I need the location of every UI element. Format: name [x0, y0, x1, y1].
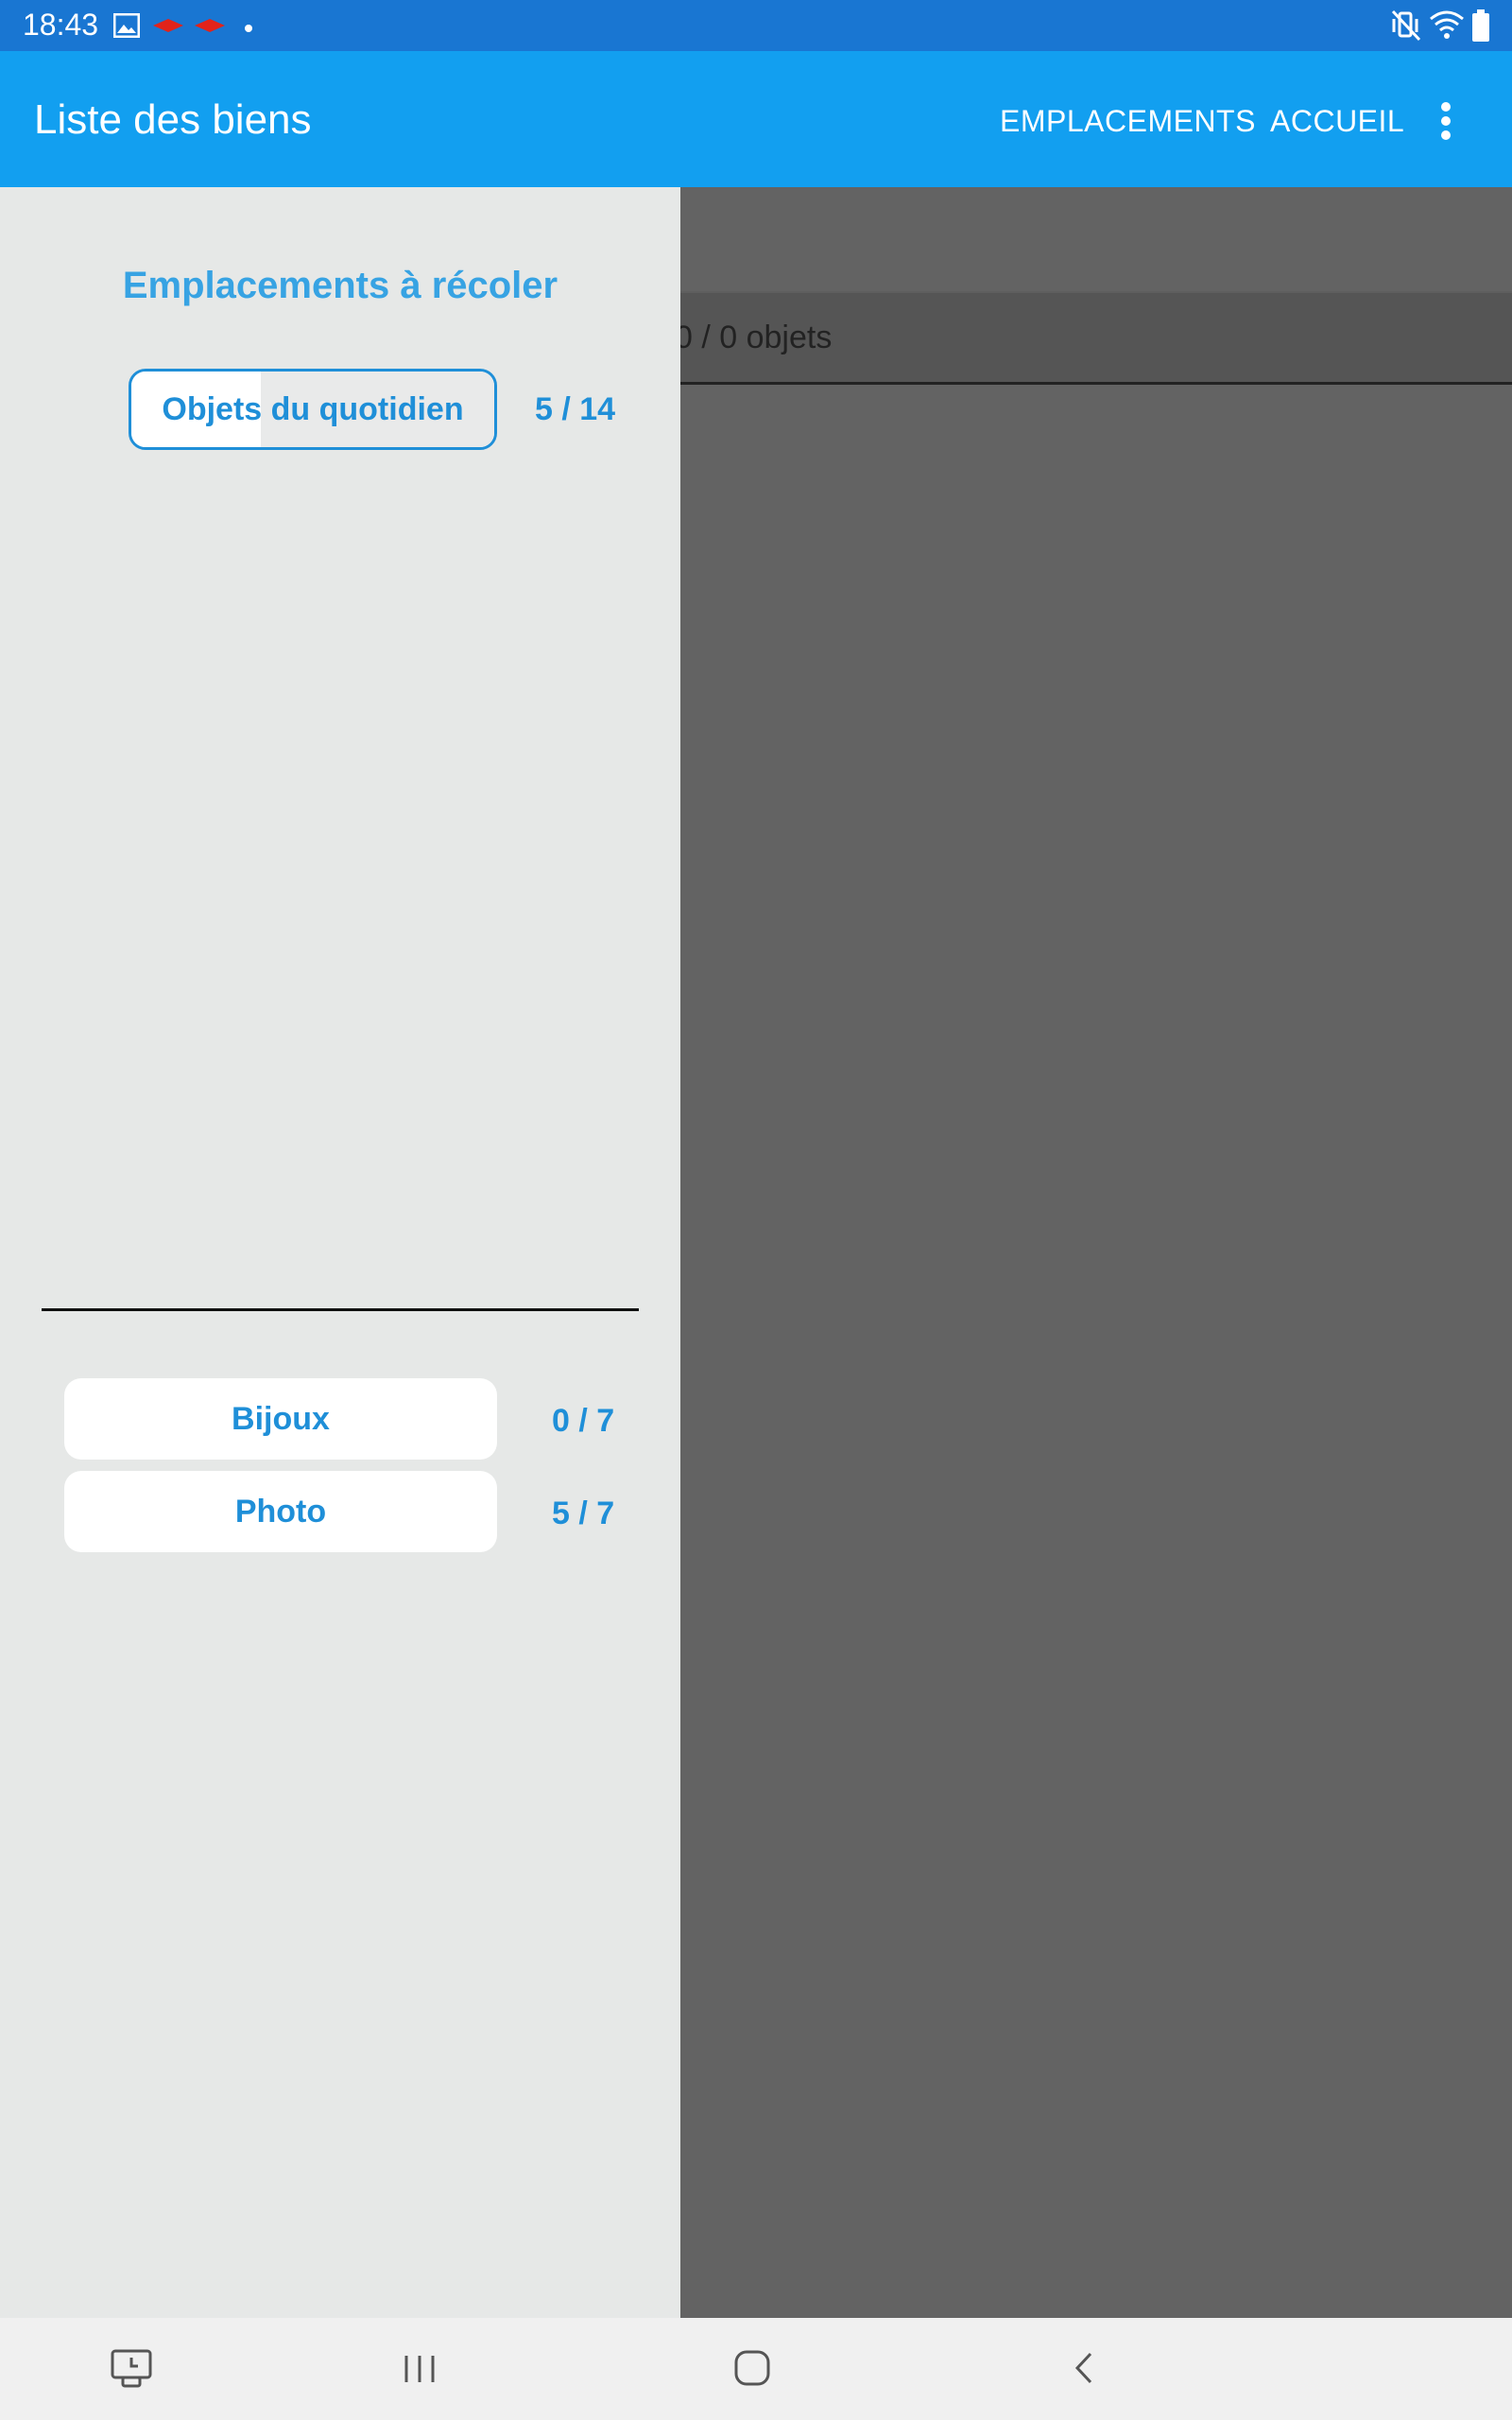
locations-drawer: Emplacements à récoler Objets du quotidi…: [0, 187, 680, 2318]
more-vert-icon[interactable]: [1427, 100, 1465, 142]
image-icon: [112, 12, 141, 43]
current-location-label: Objets du quotidien: [162, 390, 464, 427]
location-count: 5 / 7: [552, 1495, 615, 1531]
back-icon[interactable]: [1066, 2346, 1113, 2394]
app-bar: Liste des biens EMPLACEMENTS ACCUEIL: [0, 51, 1512, 187]
wifi-icon: [1429, 9, 1465, 44]
notification-icon: [153, 19, 183, 37]
status-time: 18:43: [23, 8, 99, 42]
location-label: Photo: [234, 1493, 327, 1530]
status-bar: 18:43: [0, 0, 1512, 51]
emplacements-button[interactable]: EMPLACEMENTS: [1000, 104, 1256, 139]
current-location-count: 5 / 14: [535, 391, 616, 427]
navigation-bar: [0, 2318, 1512, 2420]
home-icon[interactable]: [731, 2346, 779, 2394]
notification-icon: [195, 19, 225, 37]
battery-icon: [1472, 9, 1489, 46]
recents-icon[interactable]: [401, 2346, 448, 2394]
app-title: Liste des biens: [34, 96, 312, 143]
location-button-bijoux[interactable]: Bijoux: [64, 1378, 497, 1460]
object-count: 0 / 0 objets: [675, 320, 833, 355]
divider: [42, 1308, 639, 1311]
drawer-title: Emplacements à récoler: [122, 265, 558, 306]
location-count: 0 / 7: [552, 1403, 615, 1439]
current-location-button[interactable]: Objets du quotidien: [129, 369, 497, 450]
dot-icon: [244, 21, 253, 38]
location-label: Bijoux: [232, 1400, 330, 1437]
screen-recorder-icon[interactable]: [110, 2346, 157, 2394]
accueil-button[interactable]: ACCUEIL: [1270, 104, 1404, 139]
location-button-photo[interactable]: Photo: [64, 1471, 497, 1552]
mute-vibrate-icon: [1391, 9, 1421, 46]
